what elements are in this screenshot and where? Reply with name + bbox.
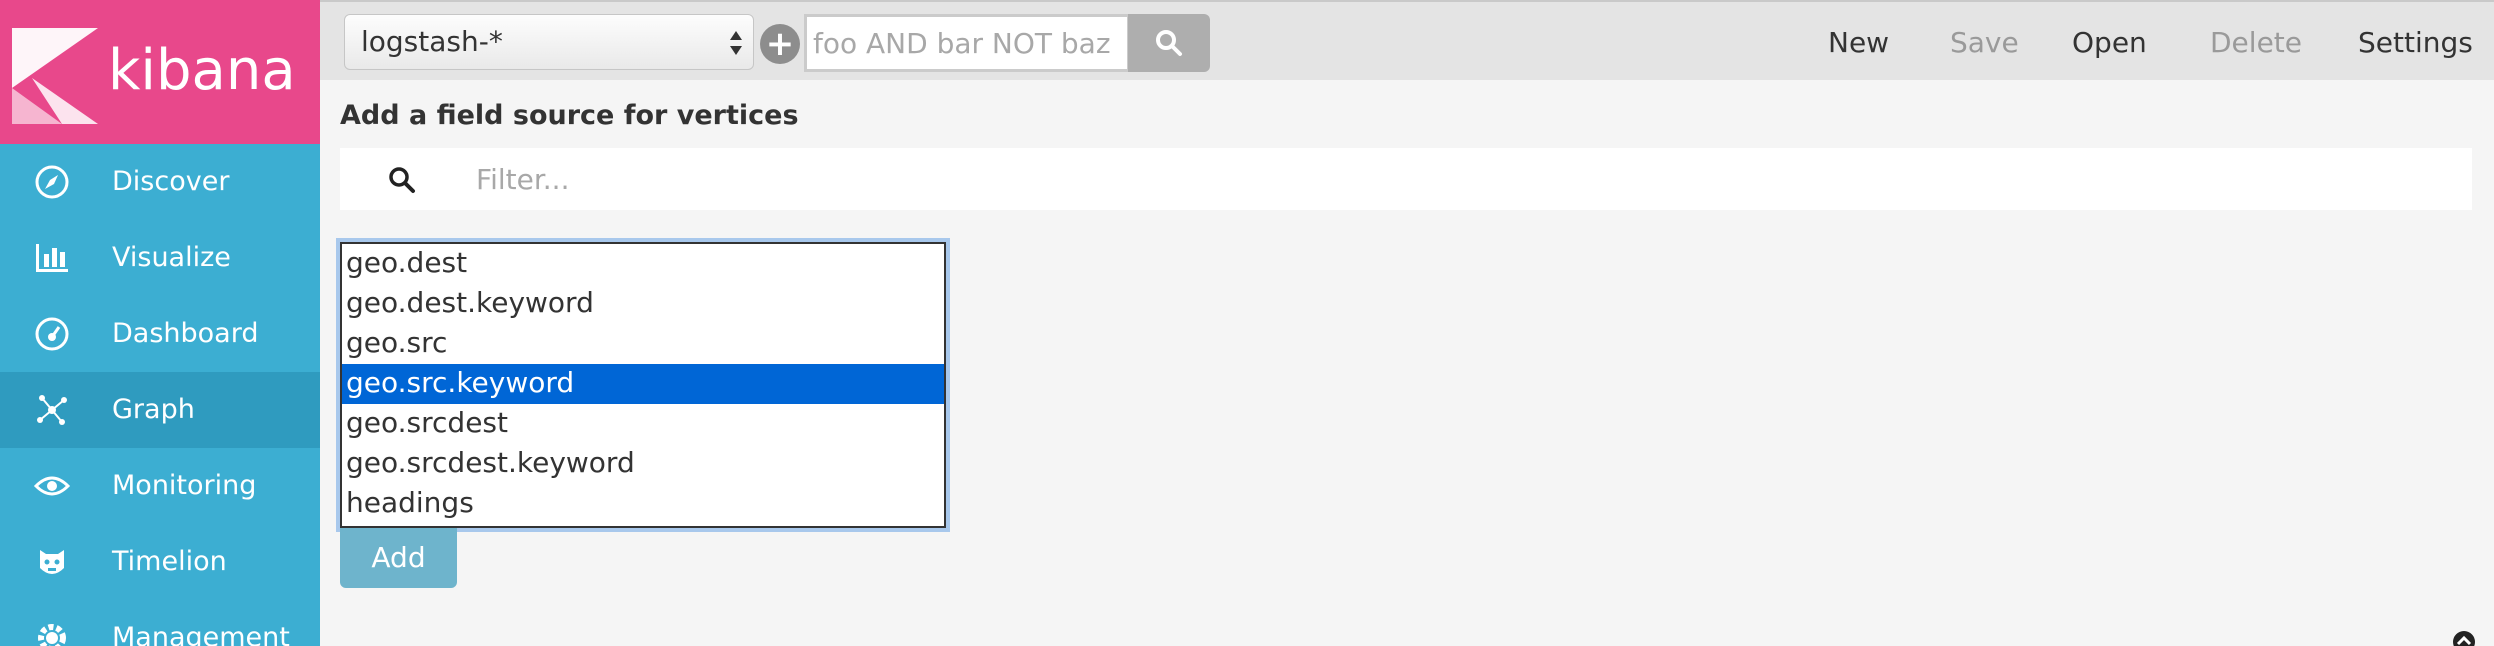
add-index-button[interactable]: + xyxy=(748,12,808,72)
search-icon xyxy=(1156,30,1182,56)
sidebar-item-label: Discover xyxy=(112,166,230,197)
gear-icon xyxy=(38,624,66,646)
sidebar-item-label: Timelion xyxy=(112,546,227,577)
add-button[interactable]: Add xyxy=(340,528,457,588)
search-icon xyxy=(389,167,415,193)
list-item[interactable]: geo.dest xyxy=(342,244,944,284)
eye-icon xyxy=(34,476,70,496)
kibana-logo-icon xyxy=(12,28,98,124)
bar-chart-icon xyxy=(36,244,68,272)
filter-input[interactable] xyxy=(476,148,2456,210)
sidebar-item-label: Management xyxy=(112,622,290,646)
search-input[interactable] xyxy=(804,14,1130,72)
menu-settings[interactable]: Settings xyxy=(2358,26,2473,59)
page-title: Add a field source for vertices xyxy=(340,100,799,131)
sidebar-item-monitoring[interactable]: Monitoring xyxy=(0,448,320,524)
filter-box xyxy=(340,148,2472,210)
index-pattern-select[interactable]: logstash-* xyxy=(344,14,754,70)
list-item[interactable]: geo.dest.keyword xyxy=(342,284,944,324)
list-item[interactable]: geo.srcdest xyxy=(342,404,944,444)
menu-save[interactable]: Save xyxy=(1950,26,2019,59)
sidebar: kibana Discover Visualize Dashboard Grap… xyxy=(0,0,320,646)
main-content: Add a field source for vertices geo.dest… xyxy=(320,80,2494,646)
search-button[interactable] xyxy=(1128,14,1210,72)
kibana-app: kibana Discover Visualize Dashboard Grap… xyxy=(0,0,2494,646)
compass-icon xyxy=(35,165,69,199)
list-item[interactable]: geo.srcdest.keyword xyxy=(342,444,944,484)
list-item[interactable]: headings xyxy=(342,484,944,524)
select-arrows-icon xyxy=(730,31,742,55)
sidebar-item-label: Visualize xyxy=(112,242,231,273)
timelion-icon xyxy=(40,550,64,574)
sidebar-item-label: Graph xyxy=(112,394,195,425)
sidebar-item-label: Dashboard xyxy=(112,318,259,349)
scroll-to-top-icon[interactable] xyxy=(2452,630,2476,646)
sidebar-item-label: Monitoring xyxy=(112,470,257,501)
sidebar-item-timelion[interactable]: Timelion xyxy=(0,524,320,600)
list-item[interactable]: geo.src xyxy=(342,324,944,364)
menu-new[interactable]: New xyxy=(1828,26,1889,59)
gauge-icon xyxy=(35,317,69,351)
logo-text: kibana xyxy=(108,38,296,103)
index-pattern-value: logstash-* xyxy=(361,25,503,58)
sidebar-item-visualize[interactable]: Visualize xyxy=(0,220,320,296)
sidebar-item-graph[interactable]: Graph xyxy=(0,372,320,448)
menu-delete[interactable]: Delete xyxy=(2210,26,2302,59)
sidebar-item-discover[interactable]: Discover xyxy=(0,144,320,220)
list-item-selected[interactable]: geo.src.keyword xyxy=(342,364,944,404)
top-bar: logstash-* + New Save Open Delete Settin… xyxy=(320,0,2494,80)
field-list[interactable]: geo.dest geo.dest.keyword geo.src geo.sr… xyxy=(340,242,946,528)
menu-open[interactable]: Open xyxy=(2072,26,2147,59)
sidebar-item-management[interactable]: Management xyxy=(0,600,320,646)
sidebar-item-dashboard[interactable]: Dashboard xyxy=(0,296,320,372)
plus-icon: + xyxy=(760,24,800,64)
graph-network-icon xyxy=(37,395,67,425)
kibana-logo[interactable]: kibana xyxy=(0,0,320,144)
